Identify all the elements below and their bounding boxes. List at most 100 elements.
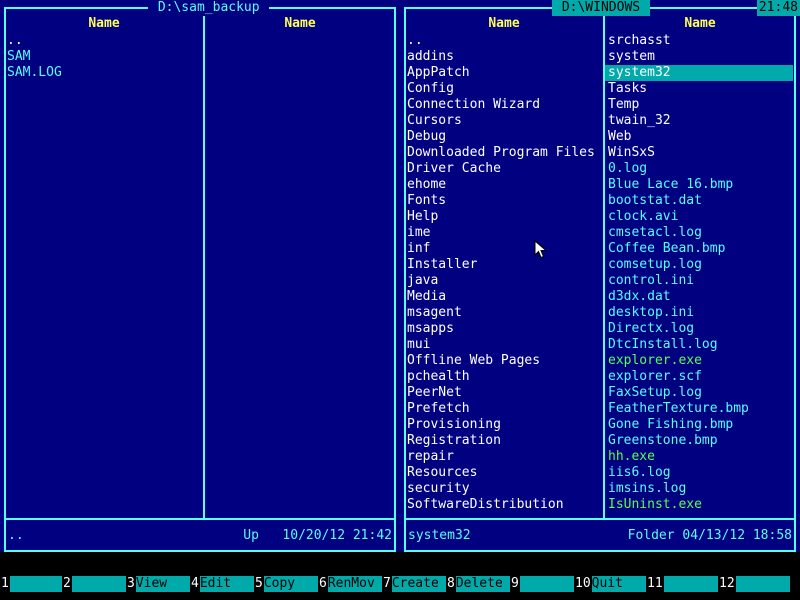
file-entry[interactable]: Connection Wizard bbox=[404, 97, 602, 113]
file-entry[interactable]: addins bbox=[404, 49, 602, 65]
file-entry[interactable]: FeatherTexture.bmp bbox=[605, 401, 793, 417]
right-file-list-col1: .. addins AppPatch Config Connection Wizard C… bbox=[404, 33, 602, 513]
file-entry[interactable]: Media bbox=[404, 289, 602, 305]
f5-key[interactable]: 5 Copy bbox=[254, 576, 318, 592]
file-entry[interactable]: 0.log bbox=[605, 161, 793, 177]
file-entry[interactable]: Offline Web Pages bbox=[404, 353, 602, 369]
file-entry[interactable]: Tasks bbox=[605, 81, 793, 97]
left-col1-header[interactable]: Name bbox=[6, 16, 202, 32]
file-entry[interactable]: WinSxS bbox=[605, 145, 793, 161]
right-file-panel[interactable]: D:\WINDOWS 21:48 Name Name .. addins AppPa… bbox=[400, 0, 800, 552]
f6-key[interactable]: 6 RenMov bbox=[318, 576, 382, 592]
file-entry[interactable]: Config bbox=[404, 81, 602, 97]
file-entry[interactable]: d3dx.dat bbox=[605, 289, 793, 305]
f12-key[interactable]: 12 bbox=[718, 576, 790, 592]
file-entry[interactable]: system bbox=[605, 49, 793, 65]
key-label: Edit bbox=[199, 576, 254, 592]
file-entry[interactable]: msapps bbox=[404, 321, 602, 337]
file-entry[interactable]: security bbox=[404, 481, 602, 497]
file-entry[interactable]: PeerNet bbox=[404, 385, 602, 401]
key-label: RenMov bbox=[327, 576, 382, 592]
file-entry[interactable]: Fonts bbox=[404, 193, 602, 209]
file-entry[interactable]: inf bbox=[404, 241, 602, 257]
file-entry[interactable]: imsins.log bbox=[605, 481, 793, 497]
file-entry[interactable]: .. bbox=[4, 33, 202, 49]
key-number: 12 bbox=[719, 576, 735, 591]
right-col1-header[interactable]: Name bbox=[406, 16, 602, 32]
file-entry[interactable]: .. bbox=[404, 33, 602, 49]
file-entry[interactable]: Installer bbox=[404, 257, 602, 273]
file-entry[interactable]: explorer.exe bbox=[605, 353, 793, 369]
file-entry[interactable]: Coffee Bean.bmp bbox=[605, 241, 793, 257]
key-number: 11 bbox=[647, 576, 663, 591]
key-label bbox=[735, 576, 790, 592]
f11-key[interactable]: 11 bbox=[646, 576, 718, 592]
file-entry[interactable]: cmsetacl.log bbox=[605, 225, 793, 241]
right-col2-header[interactable]: Name bbox=[606, 16, 794, 32]
file-entry[interactable]: Driver Cache bbox=[404, 161, 602, 177]
f10-key[interactable]: 10 Quit bbox=[574, 576, 646, 592]
file-entry[interactable]: explorer.scf bbox=[605, 369, 793, 385]
file-entry[interactable]: Directx.log bbox=[605, 321, 793, 337]
left-column-divider bbox=[203, 8, 205, 518]
f9-key[interactable]: 9 bbox=[510, 576, 574, 592]
file-entry[interactable]: Greenstone.bmp bbox=[605, 433, 793, 449]
key-number: 4 bbox=[191, 576, 199, 591]
file-entry[interactable]: Provisioning bbox=[404, 417, 602, 433]
file-entry[interactable]: SoftwareDistribution bbox=[404, 497, 602, 513]
file-entry[interactable]: bootstat.dat bbox=[605, 193, 793, 209]
file-entry[interactable]: comsetup.log bbox=[605, 257, 793, 273]
file-entry[interactable]: mui bbox=[404, 337, 602, 353]
function-key-bar: 1 2 3 View 4 Edit 5 Copy 6 RenMov 7 Create 8 Delete 9 1… bbox=[0, 576, 800, 592]
key-number: 3 bbox=[127, 576, 135, 591]
file-entry[interactable]: ehome bbox=[404, 177, 602, 193]
f8-key[interactable]: 8 Delete bbox=[446, 576, 510, 592]
file-entry[interactable]: twain_32 bbox=[605, 113, 793, 129]
file-entry[interactable]: Temp bbox=[605, 97, 793, 113]
file-entry[interactable]: Gone Fishing.bmp bbox=[605, 417, 793, 433]
f7-key[interactable]: 7 Create bbox=[382, 576, 446, 592]
file-entry[interactable]: iis6.log bbox=[605, 465, 793, 481]
f4-key[interactable]: 4 Edit bbox=[190, 576, 254, 592]
key-number: 5 bbox=[255, 576, 263, 591]
file-entry[interactable]: Cursors bbox=[404, 113, 602, 129]
file-entry[interactable]: pchealth bbox=[404, 369, 602, 385]
file-entry[interactable]: msagent bbox=[404, 305, 602, 321]
file-entry[interactable]: srchasst bbox=[605, 33, 793, 49]
file-entry[interactable]: Debug bbox=[404, 129, 602, 145]
left-file-panel[interactable]: D:\sam_backup Name Name .. SAM SAM.LOG .. … bbox=[0, 0, 400, 552]
key-number: 1 bbox=[1, 576, 9, 591]
file-entry[interactable]: Prefetch bbox=[404, 401, 602, 417]
f3-key[interactable]: 3 View bbox=[126, 576, 190, 592]
file-entry[interactable]: control.ini bbox=[605, 273, 793, 289]
left-col2-header[interactable]: Name bbox=[206, 16, 394, 32]
f1-key[interactable]: 1 bbox=[0, 576, 62, 592]
key-label: Create bbox=[391, 576, 446, 592]
file-entry[interactable]: repair bbox=[404, 449, 602, 465]
file-entry[interactable]: Web bbox=[605, 129, 793, 145]
file-entry[interactable]: AppPatch bbox=[404, 65, 602, 81]
file-entry[interactable]: ime bbox=[404, 225, 602, 241]
file-entry[interactable]: java bbox=[404, 273, 602, 289]
file-entry[interactable]: Blue Lace 16.bmp bbox=[605, 177, 793, 193]
file-entry[interactable]: FaxSetup.log bbox=[605, 385, 793, 401]
left-file-list-col1: .. SAM SAM.LOG bbox=[4, 33, 202, 81]
f2-key[interactable]: 2 bbox=[62, 576, 126, 592]
file-entry[interactable]: SAM.LOG bbox=[4, 65, 202, 81]
file-entry[interactable]: Help bbox=[404, 209, 602, 225]
file-entry-selected[interactable]: system32 bbox=[605, 65, 793, 81]
file-entry[interactable]: IsUninst.exe bbox=[605, 497, 793, 513]
file-entry[interactable]: hh.exe bbox=[605, 449, 793, 465]
file-entry[interactable]: DtcInstall.log bbox=[605, 337, 793, 353]
right-panel-path: D:\WINDOWS bbox=[552, 0, 650, 16]
file-entry[interactable]: Downloaded Program Files bbox=[404, 145, 602, 161]
key-label: Delete bbox=[455, 576, 510, 592]
key-label bbox=[9, 576, 62, 592]
file-entry[interactable]: Resources bbox=[404, 465, 602, 481]
file-entry[interactable]: SAM bbox=[4, 49, 202, 65]
key-label: View bbox=[135, 576, 190, 592]
file-entry[interactable]: clock.avi bbox=[605, 209, 793, 225]
file-entry[interactable]: Registration bbox=[404, 433, 602, 449]
key-label: Quit bbox=[591, 576, 646, 592]
file-entry[interactable]: desktop.ini bbox=[605, 305, 793, 321]
